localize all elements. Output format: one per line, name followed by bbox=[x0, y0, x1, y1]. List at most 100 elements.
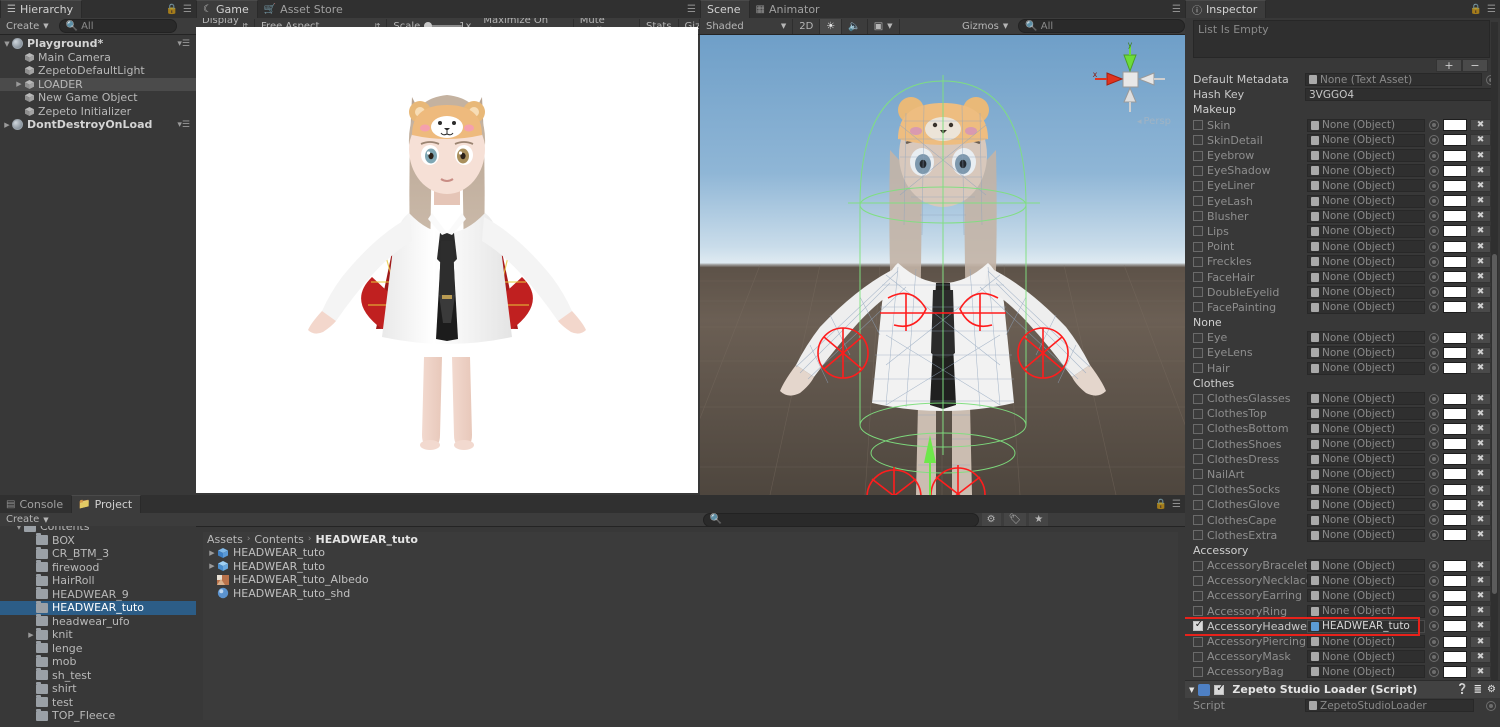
slot-object-field[interactable]: None (Object) bbox=[1307, 665, 1425, 679]
object-picker-icon[interactable] bbox=[1429, 226, 1439, 237]
slot-enabled-checkbox[interactable] bbox=[1193, 363, 1203, 374]
slot-enabled-checkbox[interactable] bbox=[1193, 515, 1203, 526]
slot-enabled-checkbox[interactable] bbox=[1193, 439, 1203, 450]
project-folder-row[interactable]: shirt bbox=[0, 681, 196, 696]
slot-enabled-checkbox[interactable] bbox=[1193, 666, 1203, 677]
slot-object-field[interactable]: None (Object) bbox=[1307, 407, 1425, 421]
object-picker-icon[interactable] bbox=[1429, 180, 1439, 191]
foldout-arrow-icon[interactable]: ▼ bbox=[1189, 686, 1194, 694]
breadcrumb-item[interactable]: HEADWEAR_tuto bbox=[316, 533, 418, 546]
tab-project[interactable]: 📁 Project bbox=[71, 495, 142, 513]
tab-game[interactable]: ☾ Game bbox=[196, 0, 258, 18]
slot-object-field[interactable]: None (Object) bbox=[1307, 331, 1425, 345]
clear-slot-button[interactable]: ✖ bbox=[1470, 210, 1491, 223]
help-icon[interactable]: ❔ bbox=[1456, 684, 1468, 695]
object-picker-icon[interactable] bbox=[1429, 590, 1439, 601]
game-panel-menu-icon[interactable]: ☰ bbox=[687, 5, 696, 15]
color-swatch[interactable] bbox=[1443, 149, 1467, 162]
color-swatch[interactable] bbox=[1443, 529, 1467, 542]
color-swatch[interactable] bbox=[1443, 559, 1467, 572]
hierarchy-tree[interactable]: ▼ Playground* ▾☰ Main Camera ZepetoDefaultLi… bbox=[0, 37, 196, 132]
slot-object-field[interactable]: None (Object) bbox=[1307, 467, 1425, 481]
color-swatch[interactable] bbox=[1443, 498, 1467, 511]
list-add-button[interactable]: + bbox=[1436, 59, 1462, 72]
color-swatch[interactable] bbox=[1443, 195, 1467, 208]
object-picker-icon[interactable] bbox=[1429, 575, 1439, 586]
collapsed-arrow-icon[interactable]: ▶ bbox=[2, 121, 12, 129]
clear-slot-button[interactable]: ✖ bbox=[1470, 635, 1491, 648]
tab-scene[interactable]: Scene bbox=[700, 0, 750, 18]
slot-enabled-checkbox[interactable] bbox=[1193, 619, 1204, 632]
clear-slot-button[interactable]: ✖ bbox=[1470, 605, 1491, 618]
filter-by-type-button[interactable]: ⚙ bbox=[981, 513, 1001, 526]
slot-enabled-checkbox[interactable] bbox=[1193, 256, 1203, 267]
color-swatch[interactable] bbox=[1443, 346, 1467, 359]
slot-enabled-checkbox[interactable] bbox=[1193, 120, 1203, 131]
object-picker-icon[interactable] bbox=[1429, 651, 1439, 662]
slot-enabled-checkbox[interactable] bbox=[1193, 484, 1203, 495]
object-picker-icon[interactable] bbox=[1429, 393, 1439, 404]
color-swatch[interactable] bbox=[1443, 240, 1467, 253]
clear-slot-button[interactable]: ✖ bbox=[1470, 438, 1491, 451]
breadcrumb-item[interactable]: Assets bbox=[207, 533, 243, 546]
project-search-input[interactable]: 🔍 bbox=[702, 512, 979, 527]
object-picker-icon[interactable] bbox=[1429, 256, 1439, 267]
2d-toggle[interactable]: 2D bbox=[793, 18, 821, 34]
scene-axis-gizmo[interactable]: y x ◂ Persp bbox=[1091, 39, 1171, 127]
color-swatch[interactable] bbox=[1443, 271, 1467, 284]
object-picker-icon[interactable] bbox=[1429, 484, 1439, 495]
slot-object-field[interactable]: None (Object) bbox=[1307, 422, 1425, 436]
inspector-field-value[interactable]: 3VGGO4 bbox=[1305, 88, 1492, 102]
panel-menu-icon[interactable]: ☰ bbox=[183, 5, 192, 15]
metadata-list-box[interactable]: List Is Empty bbox=[1193, 20, 1490, 58]
project-folder-row[interactable]: sh_test bbox=[0, 668, 196, 683]
scene-lighting-toggle[interactable]: ☀ bbox=[820, 18, 843, 34]
perspective-label[interactable]: ◂ Persp bbox=[1137, 116, 1171, 127]
slot-enabled-checkbox[interactable] bbox=[1193, 636, 1203, 647]
slot-object-field[interactable]: None (Object) bbox=[1307, 483, 1425, 497]
clear-slot-button[interactable]: ✖ bbox=[1470, 331, 1491, 344]
asset-row[interactable]: ▶ HEADWEAR_tuto bbox=[203, 560, 1178, 574]
color-swatch[interactable] bbox=[1443, 134, 1467, 147]
slot-object-field[interactable]: None (Object) bbox=[1307, 209, 1425, 223]
hierarchy-create-button[interactable]: Create ▼ bbox=[0, 19, 55, 34]
slot-object-field[interactable]: None (Object) bbox=[1307, 285, 1425, 299]
color-swatch[interactable] bbox=[1443, 635, 1467, 648]
breadcrumb[interactable]: Assets › Contents › HEADWEAR_tuto bbox=[203, 532, 1178, 546]
slot-enabled-checkbox[interactable] bbox=[1193, 150, 1203, 161]
slot-enabled-checkbox[interactable] bbox=[1193, 454, 1203, 465]
object-picker-icon[interactable] bbox=[1429, 211, 1439, 222]
color-swatch[interactable] bbox=[1443, 589, 1467, 602]
slot-object-field[interactable]: None (Object) bbox=[1307, 270, 1425, 284]
slot-enabled-checkbox[interactable] bbox=[1193, 196, 1203, 207]
clear-slot-button[interactable]: ✖ bbox=[1470, 240, 1491, 253]
tab-console[interactable]: ▤ Console bbox=[0, 495, 71, 513]
slot-enabled-checkbox[interactable] bbox=[1193, 393, 1203, 404]
scene-context-menu-icon[interactable]: ▾☰ bbox=[177, 120, 190, 130]
hierarchy-scene-row[interactable]: ▼ Playground* ▾☰ bbox=[0, 37, 196, 51]
object-picker-icon[interactable] bbox=[1429, 423, 1439, 434]
object-picker-icon[interactable] bbox=[1429, 499, 1439, 510]
clear-slot-button[interactable]: ✖ bbox=[1470, 392, 1491, 405]
slot-enabled-checkbox[interactable] bbox=[1193, 211, 1203, 222]
slot-object-field[interactable]: None (Object) bbox=[1307, 194, 1425, 208]
clear-slot-button[interactable]: ✖ bbox=[1470, 407, 1491, 420]
color-swatch[interactable] bbox=[1443, 286, 1467, 299]
slot-enabled-checkbox[interactable] bbox=[1193, 332, 1203, 343]
object-picker-icon[interactable] bbox=[1429, 165, 1439, 176]
project-folder-row[interactable]: firewood bbox=[0, 560, 196, 575]
slot-object-field[interactable]: None (Object) bbox=[1307, 164, 1425, 178]
inspector-scrollbar[interactable] bbox=[1491, 22, 1498, 682]
project-folder-row[interactable]: mob bbox=[0, 654, 196, 669]
slot-enabled-checkbox[interactable] bbox=[1193, 530, 1203, 541]
object-picker-icon[interactable] bbox=[1429, 439, 1439, 450]
slot-object-field[interactable]: HEADWEAR_tuto bbox=[1307, 619, 1425, 633]
expanded-arrow-icon[interactable]: ▼ bbox=[2, 40, 12, 48]
clear-slot-button[interactable]: ✖ bbox=[1470, 574, 1491, 587]
component-header[interactable]: ▼ Zepeto Studio Loader (Script) ❔ ≣ ⚙ bbox=[1185, 680, 1500, 698]
color-swatch[interactable] bbox=[1443, 179, 1467, 192]
color-swatch[interactable] bbox=[1443, 225, 1467, 238]
clear-slot-button[interactable]: ✖ bbox=[1470, 483, 1491, 496]
slot-enabled-checkbox[interactable] bbox=[1193, 272, 1203, 283]
color-swatch[interactable] bbox=[1443, 119, 1467, 132]
